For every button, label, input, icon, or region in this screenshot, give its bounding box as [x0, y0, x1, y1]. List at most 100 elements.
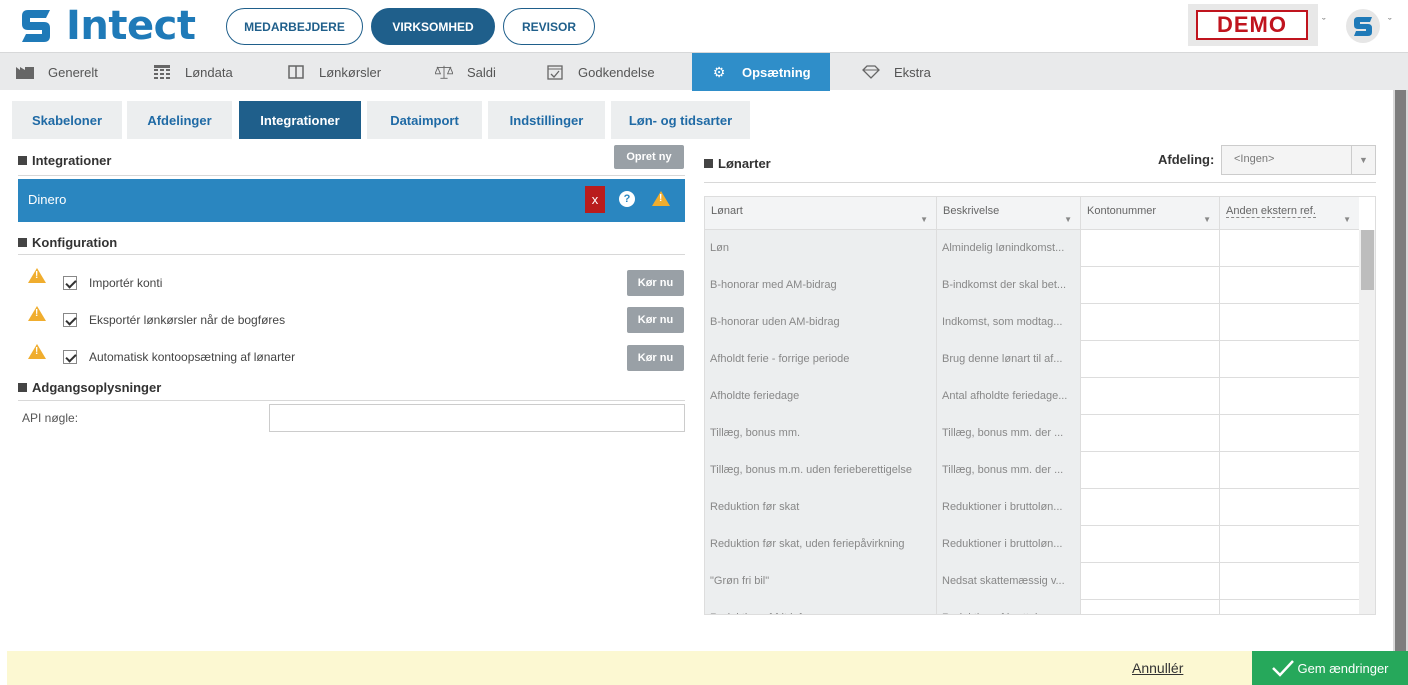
run-auto-account-setup-button[interactable]: Kør nu — [627, 345, 684, 371]
tab-lon-og-tidsarter[interactable]: Løn- og tidsarter — [611, 101, 750, 139]
cell-kontonummer[interactable] — [1081, 489, 1220, 526]
cell-anden-ekstern-ref[interactable] — [1220, 415, 1359, 452]
cell-kontonummer[interactable] — [1081, 415, 1220, 452]
run-import-accounts-button[interactable]: Kør nu — [627, 270, 684, 296]
role-revisor-button[interactable]: REVISOR — [503, 8, 595, 45]
help-icon[interactable]: ? — [619, 191, 635, 207]
department-select[interactable]: <Ingen> ▼ — [1221, 145, 1376, 175]
role-medarbejdere-button[interactable]: MEDARBEJDERE — [226, 8, 363, 45]
table-row[interactable]: B-honorar med AM-bidrag B-indkomst der sk… — [705, 267, 1359, 304]
auto-account-setup-checkbox[interactable] — [63, 350, 77, 364]
filter-icon[interactable]: ▼ — [1064, 215, 1072, 224]
integrations-section-title: Integrationer — [18, 153, 111, 168]
save-button[interactable]: Gem ændringer — [1252, 651, 1408, 685]
cell-anden-ekstern-ref[interactable] — [1220, 230, 1359, 267]
nav-godkendelse[interactable]: Godkendelse — [546, 53, 686, 91]
export-payrolls-checkbox[interactable] — [63, 313, 77, 327]
cell-anden-ekstern-ref[interactable] — [1220, 378, 1359, 415]
chevron-down-icon[interactable]: ˇ — [1388, 17, 1392, 29]
cell-kontonummer[interactable] — [1081, 378, 1220, 415]
table-row[interactable]: Reduktion før skat, uden feriepåvirkning… — [705, 526, 1359, 563]
tab-skabeloner[interactable]: Skabeloner — [12, 101, 122, 139]
top-bar: Intect MEDARBEJDERE VIRKSOMHED REVISOR D… — [0, 0, 1408, 52]
nav-opsaetning[interactable]: ⚙ Opsætning — [692, 53, 830, 91]
tab-afdelinger[interactable]: Afdelinger — [127, 101, 232, 139]
user-menu-icon[interactable] — [1345, 8, 1381, 44]
table-row[interactable]: Tillæg, bonus m.m. uden ferieberettigels… — [705, 452, 1359, 489]
sub-tabs: Skabeloner Afdelinger Integrationer Data… — [0, 90, 1393, 142]
grid-scrollbar[interactable] — [1359, 230, 1375, 614]
cell-anden-ekstern-ref[interactable] — [1220, 489, 1359, 526]
divider — [18, 175, 685, 176]
delete-integration-button[interactable]: x — [585, 186, 605, 213]
column-header-beskrivelse[interactable]: Beskrivelse ▼ — [937, 197, 1081, 230]
filter-icon[interactable]: ▼ — [920, 215, 928, 224]
nav-londata[interactable]: Løndata — [153, 53, 273, 91]
cell-anden-ekstern-ref[interactable] — [1220, 452, 1359, 489]
cell-anden-ekstern-ref[interactable] — [1220, 341, 1359, 378]
cell-anden-ekstern-ref[interactable] — [1220, 563, 1359, 600]
table-row[interactable]: "Grøn fri bil" Nedsat skattemæssig v... — [705, 563, 1359, 600]
table-row[interactable]: Løn Almindelig lønindkomst... — [705, 230, 1359, 267]
cell-anden-ekstern-ref[interactable] — [1220, 526, 1359, 563]
create-integration-button[interactable]: Opret ny — [614, 145, 684, 169]
factory-icon — [16, 64, 34, 80]
intect-logo-icon — [22, 10, 50, 42]
grid-header: Lønart ▼ Beskrivelse ▼ Kontonummer ▼ And… — [705, 197, 1359, 230]
column-header-lonart[interactable]: Lønart ▼ — [705, 197, 937, 230]
chevron-down-icon[interactable]: ˇ — [1322, 17, 1326, 29]
cell-anden-ekstern-ref[interactable] — [1220, 304, 1359, 341]
run-export-payrolls-button[interactable]: Kør nu — [627, 307, 684, 333]
cell-kontonummer[interactable] — [1081, 452, 1220, 489]
nav-label: Ekstra — [894, 64, 931, 80]
cell-kontonummer[interactable] — [1081, 230, 1220, 267]
column-header-kontonummer[interactable]: Kontonummer ▼ — [1081, 197, 1220, 230]
nav-lonkorsler[interactable]: Lønkørsler — [287, 53, 407, 91]
tab-dataimport[interactable]: Dataimport — [367, 101, 482, 139]
chevron-down-icon: ▼ — [1351, 146, 1375, 174]
section-marker-icon — [18, 383, 27, 392]
table-row[interactable]: Afholdt ferie - forrige periode Brug denn… — [705, 341, 1359, 378]
nav-ekstra[interactable]: Ekstra — [862, 53, 962, 91]
cell-kontonummer[interactable] — [1081, 341, 1220, 378]
cell-anden-ekstern-ref[interactable] — [1220, 600, 1359, 614]
table-row[interactable]: Reduktion før skat Reduktioner i bruttolø… — [705, 489, 1359, 526]
page-scrollbar-thumb[interactable] — [1395, 90, 1406, 680]
cell-kontonummer[interactable] — [1081, 304, 1220, 341]
cell-lonart: Tillæg, bonus m.m. uden ferieberettigels… — [705, 452, 937, 489]
table-row[interactable]: Afholdte feriedage Antal afholdte ferieda… — [705, 378, 1359, 415]
cell-lonart: B-honorar uden AM-bidrag — [705, 304, 937, 341]
grid-scrollbar-thumb[interactable] — [1361, 230, 1374, 290]
configuration-section-title: Konfiguration — [18, 235, 117, 250]
nav-generelt[interactable]: Generelt — [16, 53, 136, 91]
table-row[interactable]: B-honorar uden AM-bidrag Indkomst, som mo… — [705, 304, 1359, 341]
nav-saldi[interactable]: Saldi — [435, 53, 535, 91]
tab-integrationer[interactable]: Integrationer — [239, 101, 361, 139]
api-key-input[interactable] — [269, 404, 685, 432]
cell-kontonummer[interactable] — [1081, 526, 1220, 563]
cell-lonart: Reduktion før skat — [705, 489, 937, 526]
checkmark-icon — [1272, 660, 1295, 677]
cell-lonart: B-honorar med AM-bidrag — [705, 267, 937, 304]
demo-badge[interactable]: DEMO — [1188, 4, 1318, 46]
column-header-anden-ekstern-ref[interactable]: Anden ekstern ref. ▼ — [1220, 197, 1359, 230]
cell-lonart: Løn — [705, 230, 937, 267]
cell-kontonummer[interactable] — [1081, 600, 1220, 614]
filter-icon[interactable]: ▼ — [1343, 215, 1351, 224]
logo-text: Intect — [66, 3, 196, 49]
import-accounts-checkbox[interactable] — [63, 276, 77, 290]
integration-row-dinero[interactable]: Dinero x ? — [18, 179, 685, 222]
table-row[interactable]: Tillæg, bonus mm. Tillæg, bonus mm. der .… — [705, 415, 1359, 452]
table-row[interactable]: Reduktion af frit lof...Reduktion af bru… — [705, 600, 1359, 614]
filter-icon[interactable]: ▼ — [1203, 215, 1211, 224]
warning-icon — [652, 191, 670, 206]
page-scrollbar[interactable] — [1393, 90, 1408, 685]
intect-logo[interactable]: Intect — [16, 3, 196, 49]
cell-kontonummer[interactable] — [1081, 563, 1220, 600]
cell-anden-ekstern-ref[interactable] — [1220, 267, 1359, 304]
tab-indstillinger[interactable]: Indstillinger — [488, 101, 605, 139]
auto-account-setup-label: Automatisk kontoopsætning af lønarter — [89, 350, 296, 364]
role-virksomhed-button[interactable]: VIRKSOMHED — [371, 8, 495, 45]
cancel-link[interactable]: Annullér — [1132, 660, 1183, 676]
cell-kontonummer[interactable] — [1081, 267, 1220, 304]
